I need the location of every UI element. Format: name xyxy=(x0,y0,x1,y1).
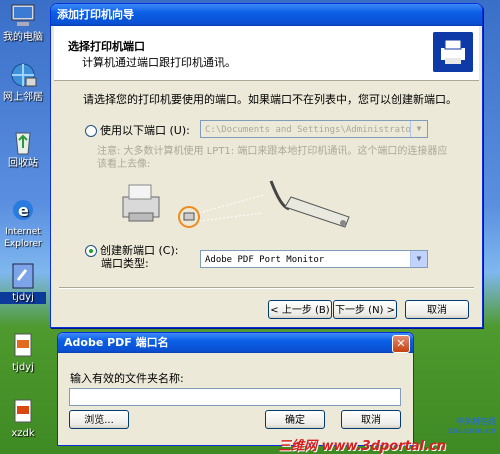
zol-watermark-line2: zol.com.cn xyxy=(448,426,496,435)
add-printer-wizard-window: 添加打印机向导 选择打印机端口 计算机通过端口跟打印机通讯。 请选择您的打印机要… xyxy=(50,3,483,328)
existing-port-value: C:\Documents and Settings\Administrator\ xyxy=(205,125,422,135)
folder-name-input[interactable] xyxy=(69,388,401,406)
port-type-label: 端口类型: xyxy=(101,257,149,270)
desktop-icon-label: 我的电脑 xyxy=(3,32,43,43)
zol-watermark: 中关村在线 zol.com.cn xyxy=(448,417,496,435)
wizard-header-title: 选择打印机端口 xyxy=(68,40,145,53)
desktop-icon-label: 网上邻居 xyxy=(3,92,43,103)
next-button[interactable]: 下一步 (N) > xyxy=(333,300,397,319)
desktop-icon-tjdyj-doc[interactable]: tjdyj xyxy=(0,332,46,374)
document-icon xyxy=(14,333,32,357)
dialog-title: Adobe PDF 端口名 xyxy=(64,336,169,349)
desktop-icon-my-computer[interactable]: 我的电脑 xyxy=(0,2,46,44)
zol-watermark-line1: 中关村在线 xyxy=(456,417,496,426)
close-icon[interactable]: ✕ xyxy=(392,335,410,353)
my-computer-icon xyxy=(11,4,35,26)
chevron-down-icon: ▼ xyxy=(410,251,427,267)
desktop-icon-xzdk[interactable]: xzdk xyxy=(0,398,46,440)
use-port-label: 使用以下端口 (U): xyxy=(100,124,190,137)
site-watermark: 三维网 www.3dportal.cn xyxy=(278,439,447,454)
desktop-icon-label: 回收站 xyxy=(8,158,38,169)
wizard-titlebar[interactable]: 添加打印机向导 xyxy=(51,4,482,26)
dialog-titlebar[interactable]: Adobe PDF 端口名 xyxy=(58,333,413,353)
dialog-prompt: 输入有效的文件夹名称: xyxy=(70,372,184,385)
ie-icon: e xyxy=(13,200,33,220)
chevron-down-icon: ▼ xyxy=(410,121,427,137)
lpt-note: 注意: 大多数计算机使用 LPT1: 端口来跟本地打印机通讯。这个端口的连接器应… xyxy=(97,146,448,170)
desktop-icon-recycle-bin[interactable]: 回收站 xyxy=(0,128,46,170)
printer-connector-illustration xyxy=(122,180,350,228)
create-port-radio[interactable] xyxy=(85,245,97,257)
port-type-select[interactable]: Adobe PDF Port Monitor ▼ xyxy=(200,250,428,268)
desktop-icon-internet-explorer[interactable]: e Internet Explorer xyxy=(0,196,46,250)
use-port-option[interactable]: 使用以下端口 (U): xyxy=(85,122,190,138)
printer-icon xyxy=(433,32,473,72)
dialog-cancel-button[interactable]: 取消 xyxy=(341,410,401,429)
wizard-instruction: 请选择您的打印机要使用的端口。如果端口不在列表中，您可以创建新端口。 xyxy=(83,93,457,106)
port-type-value: Adobe PDF Port Monitor xyxy=(205,255,325,265)
shortcut-icon xyxy=(12,263,34,289)
back-button[interactable]: < 上一步 (B) xyxy=(268,300,332,319)
desktop-icon-label: Internet Explorer xyxy=(4,227,42,249)
adobe-pdf-port-dialog: Adobe PDF 端口名 ✕ 输入有效的文件夹名称: 浏览... 确定 取消 xyxy=(57,332,414,446)
desktop-icon-label: xzdk xyxy=(11,428,35,439)
document-icon xyxy=(14,399,32,423)
wizard-cancel-button[interactable]: 取消 xyxy=(405,300,469,319)
browse-button[interactable]: 浏览... xyxy=(69,410,129,429)
desktop-icon-tjdyj-shortcut[interactable]: tjdyj xyxy=(0,262,46,304)
network-icon xyxy=(11,63,37,87)
desktop-icon-label: tjdyj xyxy=(0,292,46,304)
wizard-title: 添加打印机向导 xyxy=(57,8,134,21)
wizard-header-subtitle: 计算机通过端口跟打印机通讯。 xyxy=(82,56,236,69)
desktop-icon-network[interactable]: 网上邻居 xyxy=(0,62,46,104)
wizard-header: 选择打印机端口 计算机通过端口跟打印机通讯。 xyxy=(54,26,479,81)
existing-port-select: C:\Documents and Settings\Administrator\… xyxy=(200,120,428,138)
desktop-icon-label: tjdyj xyxy=(12,362,34,373)
wizard-separator xyxy=(59,287,474,289)
recycle-bin-icon xyxy=(15,132,31,155)
svg-text:e: e xyxy=(18,201,29,220)
ok-button[interactable]: 确定 xyxy=(265,410,325,429)
use-port-radio[interactable] xyxy=(85,125,97,137)
